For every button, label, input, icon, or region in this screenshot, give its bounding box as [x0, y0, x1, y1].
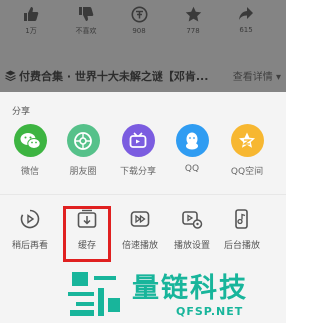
thumbs-down-icon: [79, 7, 94, 21]
share-sheet-title: 分享: [12, 107, 31, 117]
tools-row: 稍后再看 缓存 倍速播放 播放设置 后台播放: [0, 208, 286, 268]
background-play-label: 后台播放: [223, 241, 260, 251]
background-play-icon: [235, 209, 248, 229]
share-qq[interactable]: QQ: [166, 124, 218, 174]
sheet-divider: [0, 194, 286, 195]
watch-later-label: 稍后再看: [11, 241, 48, 251]
watch-later-button[interactable]: 稍后再看: [4, 208, 56, 251]
dimmed-video-background: 1万 不喜欢 908 778 615 付费合集 · 世界十大未解之谜【邓肯...…: [0, 0, 286, 92]
coin-count: 908: [132, 27, 146, 35]
collection-title: 付费合集 · 世界十大未解之谜【邓肯...: [19, 70, 209, 83]
share-moments-label: 朋友圈: [69, 167, 97, 177]
speed-play-button[interactable]: 倍速播放: [114, 208, 166, 251]
favorite-count: 778: [186, 27, 200, 35]
download-share-icon: [121, 124, 155, 157]
like-button[interactable]: 1万: [6, 6, 56, 36]
moments-icon: [66, 124, 100, 157]
favorite-button[interactable]: 778: [168, 6, 218, 35]
share-qzone-label: QQ空间: [230, 167, 264, 177]
qzone-icon: [230, 124, 264, 157]
dislike-button[interactable]: 不喜欢: [61, 6, 111, 36]
qq-icon: [175, 124, 209, 157]
share-button[interactable]: 615: [221, 6, 271, 34]
play-settings-icon: [182, 211, 203, 229]
watch-later-icon: [20, 209, 40, 229]
share-qq-label: QQ: [184, 164, 200, 174]
thumbs-up-icon: [24, 7, 39, 21]
collection-icon: [5, 70, 16, 81]
watermark-domain-text: QFSP.NET: [176, 305, 244, 318]
wechat-icon: [13, 124, 47, 157]
cache-highlight-box: [63, 206, 111, 262]
share-download-label: 下载分享: [119, 167, 156, 177]
share-wechat[interactable]: 微信: [4, 124, 56, 177]
play-settings-label: 播放设置: [173, 241, 210, 251]
share-count: 615: [239, 26, 253, 34]
coin-icon: [131, 6, 147, 23]
share-wechat-label: 微信: [20, 167, 39, 177]
view-details-link[interactable]: 查看详情 ▾: [233, 68, 281, 83]
share-targets-row: 微信 朋友圈 下载分享 QQ QQ空间: [0, 124, 286, 190]
play-settings-button[interactable]: 播放设置: [166, 208, 218, 251]
share-download[interactable]: 下载分享: [112, 124, 164, 177]
coin-button[interactable]: 908: [114, 6, 164, 35]
background-play-button[interactable]: 后台播放: [216, 208, 268, 251]
like-count: 1万: [25, 27, 37, 35]
watermark: 量链科技 QFSP.NET: [64, 266, 286, 323]
speed-play-icon: [130, 211, 150, 227]
watermark-logo-icon: [68, 272, 120, 316]
dislike-label: 不喜欢: [75, 27, 97, 35]
share-qzone[interactable]: QQ空间: [221, 124, 273, 177]
watermark-chinese-text: 量链科技: [132, 273, 248, 304]
speed-play-label: 倍速播放: [121, 241, 158, 251]
share-arrow-icon: [239, 7, 253, 20]
video-stats-bar: 1万 不喜欢 908 778 615: [0, 6, 286, 46]
paid-collection-bar[interactable]: 付费合集 · 世界十大未解之谜【邓肯... 查看详情 ▾: [5, 68, 281, 84]
star-icon: [185, 6, 201, 22]
share-moments[interactable]: 朋友圈: [57, 124, 109, 177]
